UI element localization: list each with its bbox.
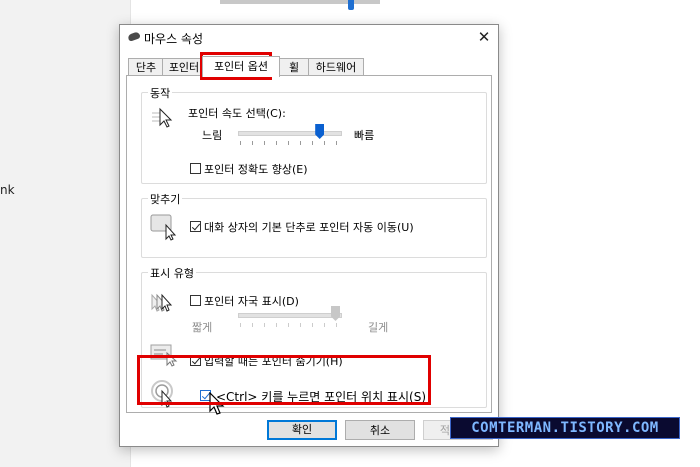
close-icon[interactable]: ✕ — [474, 27, 494, 47]
cancel-button[interactable]: 취소 — [345, 420, 415, 440]
tab-wheel[interactable]: 휠 — [278, 58, 310, 76]
ok-button[interactable]: 확인 — [267, 420, 337, 440]
snap-label: 대화 상자의 기본 단추로 포인터 자동 이동(U) — [204, 221, 414, 234]
motion-group: 동작 포인터 속도 선택(C): 느림 빠름 포인터 정확도 향상(E) — [141, 85, 487, 184]
highlight-box-ctrl-option — [137, 355, 431, 405]
trails-slider-ticks — [240, 323, 342, 327]
tab-strip: 단추 포인터 포인터 옵션 휠 하드웨어 — [126, 56, 486, 77]
precision-label: 포인터 정확도 향상(E) — [204, 163, 308, 176]
blog-watermark: COMTERMAN.TISTORY.COM — [450, 417, 680, 439]
trails-long-label: 길게 — [368, 321, 389, 334]
speed-slider-track[interactable] — [238, 131, 342, 136]
title-bar: 마우스 속성 ✕ — [120, 25, 498, 51]
snap-group-label: 맞추기 — [148, 191, 183, 207]
speed-label: 포인터 속도 선택(C): — [188, 107, 286, 120]
snap-checkbox[interactable] — [190, 221, 201, 232]
pointer-speed-icon — [152, 107, 173, 128]
precision-checkbox[interactable] — [190, 163, 201, 174]
dialog-title: 마우스 속성 — [144, 32, 204, 46]
speed-slider-ticks — [240, 141, 342, 145]
background-slider — [220, 0, 380, 10]
tab-pointer-options[interactable]: 포인터 옵션 — [202, 56, 280, 77]
sidebar-text-fragment: nk — [0, 183, 15, 197]
speed-slow-label: 느림 — [202, 129, 223, 142]
tab-buttons[interactable]: 단추 — [128, 58, 164, 76]
speed-slider-thumb[interactable] — [315, 124, 325, 139]
mouse-icon — [127, 31, 141, 42]
trails-short-label: 짧게 — [192, 321, 213, 334]
background-slider-knob — [348, 0, 354, 10]
snap-group: 맞추기 대화 상자의 기본 단추로 포인터 자동 이동(U) — [141, 191, 487, 258]
trails-slider-track — [238, 313, 342, 318]
background-settings-sidebar: nk — [0, 0, 131, 467]
trails-checkbox[interactable] — [190, 295, 201, 306]
motion-group-label: 동작 — [148, 85, 173, 101]
tab-hardware[interactable]: 하드웨어 — [308, 58, 364, 76]
trails-slider-thumb — [331, 306, 340, 321]
trails-icon — [151, 293, 173, 312]
visibility-group-label: 표시 유형 — [148, 265, 196, 281]
snap-icon — [150, 214, 177, 241]
speed-fast-label: 빠름 — [354, 129, 375, 142]
trails-label: 포인터 자국 표시(D) — [204, 295, 299, 308]
